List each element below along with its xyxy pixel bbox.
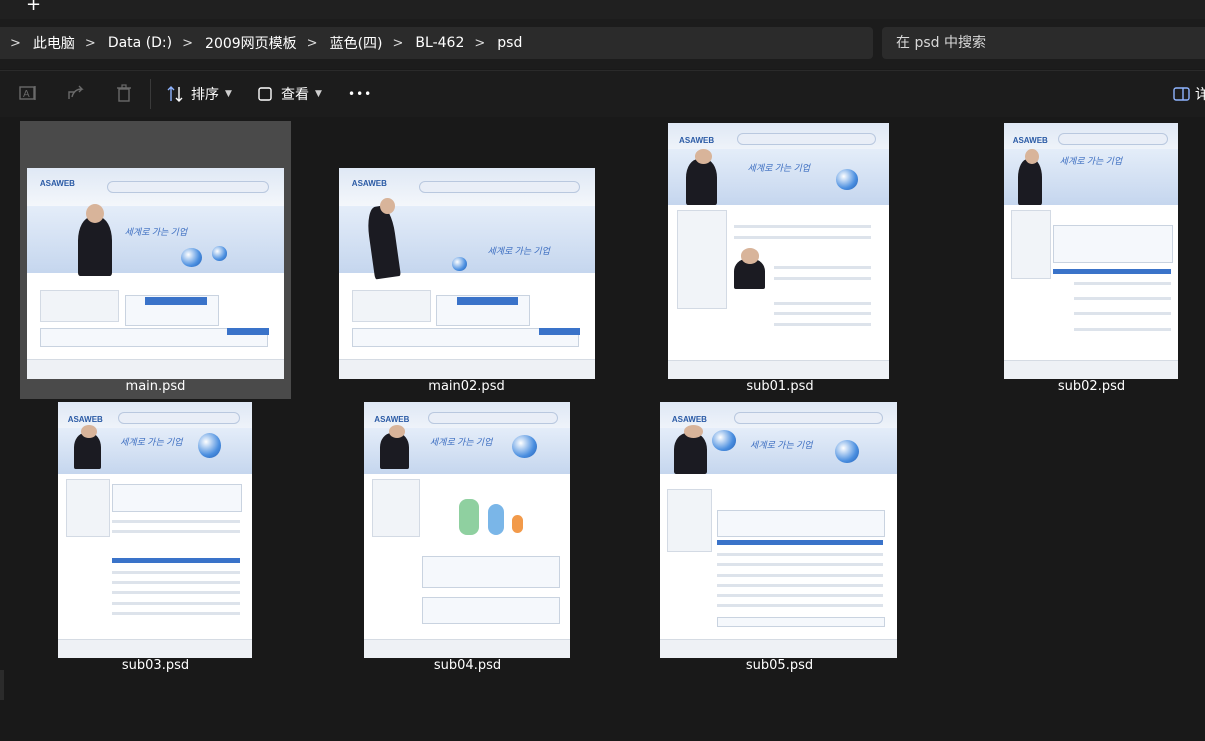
- address-bar[interactable]: > 此电脑 > Data (D:) > 2009网页模板 > 蓝色(四) > B…: [0, 27, 873, 59]
- breadcrumb-chevron[interactable]: >: [474, 36, 485, 51]
- file-name: sub03.psd: [121, 658, 190, 673]
- svg-text:A: A: [23, 89, 30, 100]
- file-name: sub01.psd: [746, 379, 814, 394]
- file-name: main.psd: [125, 379, 186, 394]
- thumbnail-main02: ASAWEB 세계로 가는 기업: [339, 168, 595, 379]
- breadcrumb-chevron[interactable]: >: [393, 36, 404, 51]
- breadcrumb-chevron[interactable]: >: [182, 36, 193, 51]
- file-name: sub04.psd: [433, 658, 502, 673]
- details-pane-label: 详: [1195, 87, 1205, 103]
- title-bar: +: [0, 0, 1205, 19]
- file-tile-main02[interactable]: ASAWEB 세계로 가는 기업 main02.psd: [331, 121, 602, 399]
- view-icon: [258, 87, 272, 101]
- rename-icon[interactable]: A: [18, 83, 38, 103]
- breadcrumb-chevron[interactable]: >: [307, 36, 318, 51]
- thumbnail-sub03: ASAWEB 세계로 가는 기업: [58, 402, 252, 658]
- search-placeholder: 在 psd 中搜索: [896, 35, 986, 51]
- breadcrumb-item-blue[interactable]: 蓝色(四): [330, 33, 383, 53]
- file-tile-main[interactable]: ASAWEB 세계로 가는 기업 main.psd: [20, 121, 291, 399]
- file-name: sub02.psd: [1057, 379, 1126, 394]
- file-tile-sub02[interactable]: ASAWEB 세계로 가는 기업 sub02.psd: [999, 121, 1184, 399]
- more-options-button[interactable]: •••: [348, 81, 372, 107]
- details-pane-icon: [1173, 87, 1190, 101]
- breadcrumb-root-chevron[interactable]: >: [10, 36, 21, 51]
- thumbnail-main: ASAWEB 세계로 가는 기업: [27, 168, 284, 379]
- thumbnail-sub02: ASAWEB 세계로 가는 기업: [1004, 123, 1178, 379]
- thumbnail-sub05: ASAWEB 세계로 가는 기업: [660, 402, 897, 658]
- breadcrumb-chevron[interactable]: >: [85, 36, 96, 51]
- file-name: main02.psd: [428, 379, 505, 394]
- toolbar-divider: [150, 79, 151, 109]
- file-tile-sub01[interactable]: ASAWEB 세계로 가는 기업 sub01.psd: [660, 121, 900, 399]
- view-button[interactable]: 查看 ▼: [257, 81, 322, 107]
- breadcrumb-item-this-pc[interactable]: 此电脑: [33, 33, 75, 53]
- delete-icon[interactable]: [114, 83, 134, 103]
- thumbnail-sub04: ASAWEB 세계로 가는 기업: [364, 402, 570, 658]
- thumbnail-sub01: ASAWEB 세계로 가는 기업: [668, 123, 889, 379]
- chevron-down-icon: ▼: [225, 89, 232, 99]
- command-bar: A 排序 ▼ 查看 ▼ ••• 详: [0, 70, 1205, 117]
- file-name: sub05.psd: [745, 658, 814, 673]
- file-tile-sub05[interactable]: ASAWEB 세계로 가는 기업 sub05.psd: [652, 400, 907, 678]
- sort-icon: [167, 86, 183, 102]
- details-pane-button[interactable]: 详: [1173, 81, 1205, 107]
- breadcrumb-item-bl462[interactable]: BL-462: [415, 35, 464, 51]
- share-icon[interactable]: [66, 83, 86, 103]
- file-tile-sub03[interactable]: ASAWEB 세계로 가는 기업 sub03.psd: [50, 400, 261, 678]
- new-tab-button[interactable]: +: [26, 0, 41, 15]
- breadcrumb-item-psd[interactable]: psd: [497, 35, 522, 51]
- chevron-down-icon: ▼: [315, 89, 322, 99]
- sort-label: 排序: [191, 87, 219, 103]
- scroll-edge: [0, 670, 4, 700]
- file-tile-sub04[interactable]: ASAWEB 세계로 가는 기업 sub04.psd: [355, 400, 580, 678]
- breadcrumb-item-drive[interactable]: Data (D:): [108, 35, 172, 51]
- breadcrumb-item-templates[interactable]: 2009网页模板: [205, 33, 297, 53]
- view-label: 查看: [281, 87, 309, 103]
- search-input[interactable]: 在 psd 中搜索: [882, 27, 1205, 59]
- sort-button[interactable]: 排序 ▼: [166, 81, 232, 107]
